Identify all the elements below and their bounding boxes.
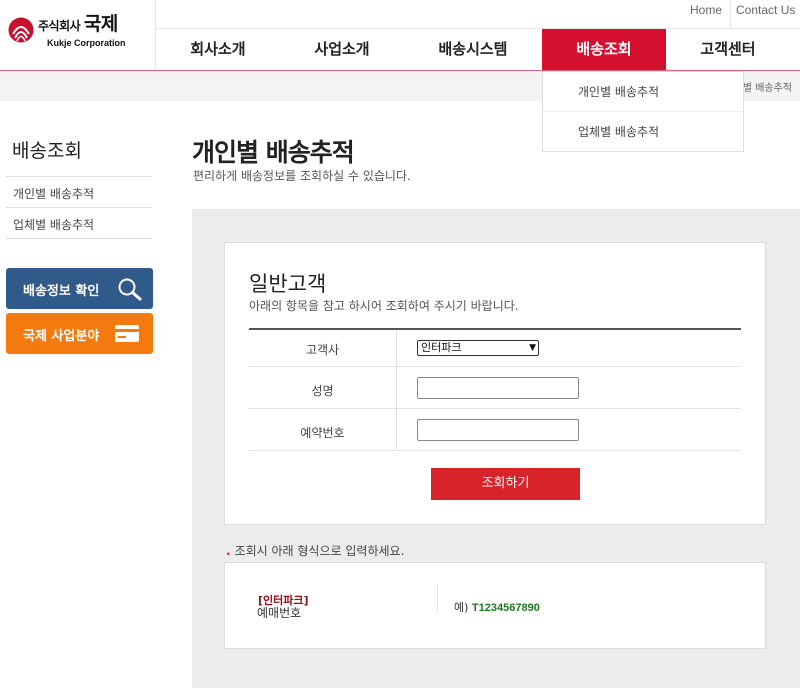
name-label: 성명 — [311, 384, 334, 398]
customer-company-label: 고객사 — [305, 343, 340, 357]
home-link[interactable]: Home — [690, 3, 722, 17]
delivery-dropdown-menu: 개인별 배송추적 업체별 배송추적 — [542, 71, 744, 152]
gnb-delivery-tracking[interactable]: 배송조회 — [542, 29, 666, 70]
example-label: 예매번호 — [257, 606, 302, 620]
search-submit-button[interactable]: 조회하기 — [431, 468, 580, 500]
util-divider — [730, 0, 731, 28]
form-top-rule — [249, 328, 741, 330]
reservation-number-label: 예약번호 — [300, 426, 345, 440]
logo[interactable]: 주식회사 국제 Kukje Corporation — [0, 0, 156, 70]
site-header: 주식회사 국제 Kukje Corporation Home Contact U… — [0, 0, 800, 71]
utility-nav: Home Contact Us — [156, 0, 800, 29]
sidebar-item-company[interactable]: 업체별 배송추적 — [13, 216, 94, 233]
gnb-business[interactable]: 사업소개 — [280, 29, 404, 70]
example-number: T1234567890 — [471, 602, 540, 614]
breadcrumb: 별 배송추적 — [742, 83, 792, 94]
business-area-label: 국제 사업분야 — [23, 329, 100, 344]
sidebar-divider — [6, 176, 152, 177]
bullet-icon: . — [226, 544, 231, 558]
logo-text-en: Kukje Corporation — [47, 38, 126, 48]
search-icon — [118, 278, 142, 301]
card-icon — [115, 325, 139, 342]
business-area-button[interactable]: 국제 사업분야 — [6, 313, 153, 354]
chevron-down-icon: ▼ — [529, 343, 536, 353]
form-description: 아래의 항목을 참고 하시어 조회하여 주시기 바랍니다. — [249, 299, 519, 313]
input-format-note: . 조회시 아래 형식으로 입력하세요. — [226, 542, 404, 559]
sidebar-divider — [6, 238, 152, 239]
gnb-customer-center[interactable]: 고객센터 — [666, 29, 790, 70]
form-row-divider — [249, 408, 741, 409]
form-title: 일반고객 — [249, 272, 327, 296]
example-divider — [437, 584, 438, 610]
delivery-info-button[interactable]: 배송정보 확인 — [6, 268, 153, 309]
reservation-number-input[interactable] — [417, 419, 579, 441]
page-title: 개인별 배송추적 — [192, 138, 355, 167]
form-row-divider — [249, 366, 741, 367]
sidebar-divider — [6, 207, 152, 208]
customer-company-select[interactable]: 인터파크 ▼ — [417, 340, 539, 356]
dropdown-item-personal[interactable]: 개인별 배송추적 — [543, 72, 743, 112]
name-input[interactable] — [417, 377, 579, 399]
contact-link[interactable]: Contact Us — [736, 3, 795, 17]
gnb-company[interactable]: 회사소개 — [156, 29, 280, 70]
example-value: 예) T1234567890 — [454, 599, 540, 615]
gnb-delivery-system[interactable]: 배송시스템 — [404, 29, 542, 70]
logo-text-ko: 주식회사 국제 — [38, 13, 118, 35]
sidebar-item-personal[interactable]: 개인별 배송추적 — [13, 185, 94, 202]
example-prefix: 예) — [454, 601, 469, 614]
customer-company-value: 인터파크 — [421, 341, 462, 354]
page-subtitle: 편리하게 배송정보를 조회하실 수 있습니다. — [193, 169, 411, 183]
form-row-divider — [249, 450, 741, 451]
logo-mark-icon — [8, 17, 34, 43]
sidebar-title: 배송조회 — [12, 140, 82, 162]
form-column-divider — [396, 330, 397, 450]
dropdown-item-company[interactable]: 업체별 배송추적 — [543, 112, 743, 152]
delivery-info-label: 배송정보 확인 — [23, 284, 100, 299]
note-text: 조회시 아래 형식으로 입력하세요. — [234, 544, 405, 558]
